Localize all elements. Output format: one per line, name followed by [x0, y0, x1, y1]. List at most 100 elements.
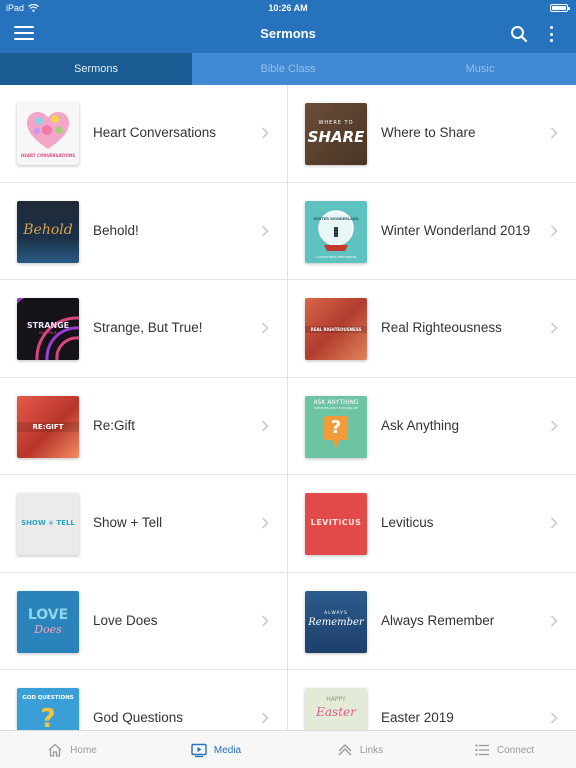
thumbnail-caption: Easter	[316, 705, 356, 719]
sermon-thumbnail: STRANGE BUT TRUE	[17, 298, 79, 360]
thumbnail-caption: A CHRISTMAS MEDITATION	[316, 254, 356, 259]
sermon-thumbnail: WHERE TO SHARE	[305, 103, 367, 165]
grid-row: SHOW + TELL Show + Tell LEVITICUS Leviti…	[0, 475, 576, 573]
sermon-title: Easter 2019	[381, 710, 454, 725]
sermon-title: God Questions	[93, 710, 184, 725]
sermon-item-easter-2019[interactable]: HAPPY Easter Easter 2019	[288, 670, 576, 730]
sermon-item-real-righteousness[interactable]: REAL RIGHTEOUSNESS Real Righteousness	[288, 280, 576, 377]
sermon-item-winter-wonderland-2019[interactable]: WINTER WONDERLAND A CHRISTMAS MEDITATION…	[288, 183, 576, 280]
thumbnail-caption: WHERE TO	[318, 120, 354, 126]
sermon-thumbnail: RE:GIFT	[17, 395, 79, 458]
thumbnail-caption: Does	[34, 622, 62, 636]
tab-music[interactable]: Music	[384, 53, 576, 85]
sermon-item-where-to-share[interactable]: WHERE TO SHARE Where to Share	[288, 85, 576, 182]
sermon-thumbnail: WINTER WONDERLAND A CHRISTMAS MEDITATION	[305, 200, 367, 263]
status-right	[550, 4, 570, 12]
sermon-thumbnail: REAL RIGHTEOUSNESS	[305, 298, 367, 360]
sermon-title: Strange, But True!	[93, 320, 203, 335]
sermon-thumbnail: HEART CONVERSATIONS	[17, 103, 79, 165]
thumbnail-caption: RE:GIFT	[17, 421, 79, 432]
chevron-right-icon	[261, 127, 269, 139]
sermon-title: Real Righteousness	[381, 320, 502, 335]
tab-connect[interactable]: Connect	[432, 731, 576, 768]
question-mark-icon: ?	[330, 416, 342, 438]
tab-links[interactable]: Links	[288, 731, 432, 768]
sermon-item-regift[interactable]: RE:GIFT Re:Gift	[0, 377, 288, 475]
chevron-right-icon	[550, 517, 558, 529]
chevron-right-icon	[261, 224, 269, 237]
tab-label: Home	[70, 744, 97, 756]
thumbnail-caption: Remember	[308, 616, 364, 628]
sermon-thumbnail: ASK ANYTHING QUESTIONS ABOUT FAITH AND L…	[305, 395, 367, 458]
chevron-right-icon	[550, 419, 558, 432]
sermon-item-ask-anything[interactable]: ASK ANYTHING QUESTIONS ABOUT FAITH AND L…	[288, 378, 576, 475]
chevron-right-icon	[261, 322, 269, 334]
sermon-thumbnail: GOD QUESTIONS ?	[17, 688, 79, 730]
chevron-right-icon	[550, 712, 558, 724]
home-icon	[48, 743, 62, 757]
chevron-right-icon	[550, 614, 558, 627]
media-icon	[191, 743, 207, 758]
sermon-item-behold[interactable]: Behold Behold!	[0, 182, 288, 280]
segment-tabs: Sermons Bible Class Music	[0, 53, 576, 85]
status-bar: iPad 10:26 AM	[0, 0, 576, 16]
chevron-right-icon	[261, 712, 269, 724]
grid-row: LOVE Does Love Does ALWAYS Remember Alwa…	[0, 572, 576, 670]
chevron-right-icon	[550, 224, 558, 237]
sermon-thumbnail: LOVE Does	[17, 590, 79, 653]
tab-sermons[interactable]: Sermons	[0, 53, 192, 85]
thumbnail-caption: STRANGE	[26, 321, 70, 330]
tab-label: Connect	[496, 744, 535, 756]
nav-bar: Sermons	[0, 16, 576, 53]
sermon-item-leviticus[interactable]: LEVITICUS Leviticus	[288, 475, 576, 572]
more-options-button[interactable]	[544, 24, 558, 44]
search-icon[interactable]	[510, 25, 528, 43]
bottom-tab-bar: Home Media Links Connect	[0, 730, 576, 768]
thumbnail-caption: Behold	[23, 221, 73, 238]
battery-icon	[550, 4, 570, 12]
grid-row: STRANGE BUT TRUE Strange, But True! REAL…	[0, 280, 576, 378]
sermon-title: Always Remember	[381, 612, 495, 628]
thumbnail-caption: GOD QUESTIONS	[22, 695, 74, 701]
list-icon	[475, 744, 489, 756]
thumbnail-caption: ALWAYS	[324, 610, 348, 616]
page-title: Sermons	[260, 26, 316, 41]
status-time: 10:26 AM	[268, 3, 308, 13]
sermon-item-god-questions[interactable]: GOD QUESTIONS ? God Questions	[0, 670, 288, 730]
sermon-title: Winter Wonderland 2019	[381, 222, 531, 238]
tab-bible-class[interactable]: Bible Class	[192, 53, 384, 85]
sermon-item-strange-but-true[interactable]: STRANGE BUT TRUE Strange, But True!	[0, 280, 288, 377]
snow-globe-artwork	[318, 209, 354, 251]
sermon-title: Where to Share	[381, 125, 476, 140]
thumbnail-caption: HAPPY	[326, 696, 346, 703]
sermon-title: Ask Anything	[381, 417, 460, 433]
sermon-title: Re:Gift	[93, 417, 136, 433]
tab-media[interactable]: Media	[144, 731, 288, 768]
thumbnail-caption: REAL RIGHTEOUSNESS	[305, 326, 367, 333]
sermon-title: Leviticus	[381, 515, 434, 530]
sermon-item-heart-conversations[interactable]: HEART CONVERSATIONS Heart Conversations	[0, 85, 288, 182]
chevron-right-icon	[261, 614, 269, 627]
more-vertical-icon	[549, 26, 553, 29]
sermon-title: Heart Conversations	[93, 125, 217, 140]
thumbnail-caption: WINTER WONDERLAND	[313, 216, 359, 221]
thumbnail-caption: LOVE	[27, 606, 69, 623]
sermon-item-love-does[interactable]: LOVE Does Love Does	[0, 572, 288, 670]
grid-row: HEART CONVERSATIONS Heart Conversations …	[0, 85, 576, 183]
sermon-grid: HEART CONVERSATIONS Heart Conversations …	[0, 85, 576, 730]
sermon-item-show-tell[interactable]: SHOW + TELL Show + Tell	[0, 475, 288, 572]
tab-label: Links	[359, 744, 384, 756]
sermon-title: Behold!	[93, 222, 139, 238]
sermon-item-always-remember[interactable]: ALWAYS Remember Always Remember	[288, 573, 576, 670]
app-screen: iPad 10:26 AM Sermons Sermons Bible Clas…	[0, 0, 576, 768]
grid-row: RE:GIFT Re:Gift ASK ANYTHING QUESTIONS A…	[0, 377, 576, 475]
sermon-thumbnail: Behold	[17, 200, 79, 263]
question-mark-icon: ?	[40, 704, 56, 730]
sermon-title: Show + Tell	[93, 515, 163, 530]
tab-home[interactable]: Home	[0, 731, 144, 768]
links-icon	[338, 744, 352, 756]
grid-row: Behold Behold! WINTER WONDERLAND A CHRIS…	[0, 182, 576, 280]
sermon-thumbnail: SHOW + TELL	[17, 493, 79, 555]
thumbnail-caption: LEVITICUS	[310, 518, 362, 527]
chevron-right-icon	[550, 127, 558, 139]
